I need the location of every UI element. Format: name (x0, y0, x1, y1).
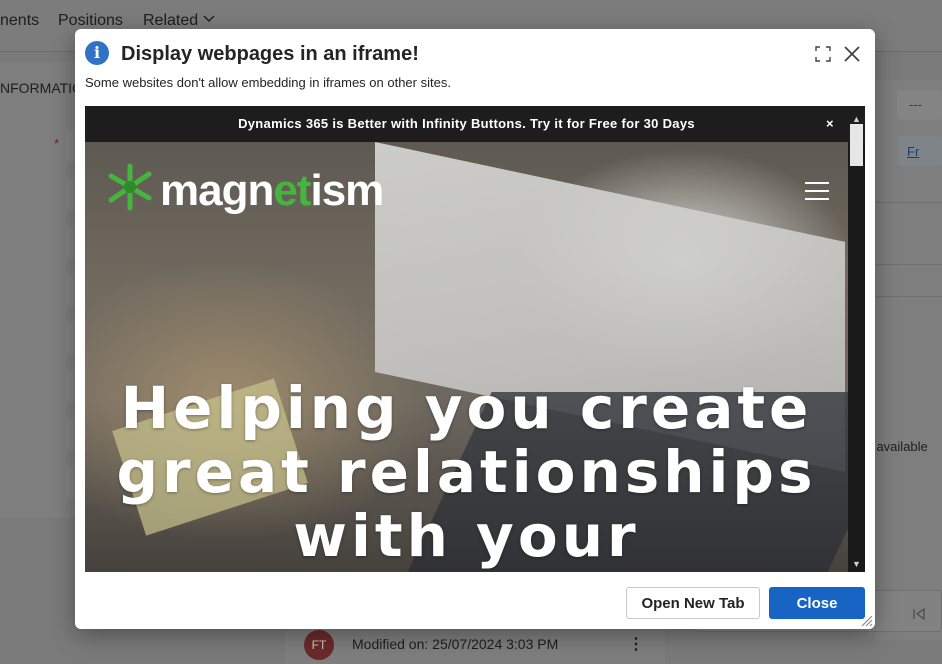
embedded-webpage[interactable]: Dynamics 365 is Better with Infinity But… (85, 106, 865, 572)
first-page-icon[interactable] (912, 607, 926, 623)
logo-text-part: ism (310, 166, 384, 215)
expand-icon[interactable] (813, 44, 833, 64)
resize-grip-icon[interactable] (859, 613, 873, 627)
lookup-field[interactable]: --- (897, 90, 942, 120)
required-marker: * (54, 136, 60, 151)
dialog-title: Display webpages in an iframe! (121, 43, 419, 65)
close-button[interactable]: Close (769, 587, 865, 619)
tab-nents[interactable]: nents (0, 12, 39, 30)
promo-banner[interactable]: Dynamics 365 is Better with Infinity But… (85, 106, 865, 142)
hero-headline: Helping you create great relationships w… (85, 376, 848, 568)
logo-text-part: magn (160, 166, 274, 215)
magnetism-wordmark: magnetism (160, 166, 384, 216)
promo-close-icon[interactable]: × (823, 106, 837, 142)
magnetism-logo-icon (108, 163, 152, 211)
background-form-panel (0, 62, 75, 518)
logo-text-accent: et (273, 166, 311, 215)
iframe-dialog: i Display webpages in an iframe! Some we… (75, 29, 875, 629)
lookup-value: --- (909, 97, 922, 112)
divider (875, 264, 942, 265)
more-options-icon[interactable]: ⋮ (628, 634, 644, 654)
tab-related[interactable]: Related (143, 12, 198, 30)
iframe-scrollbar[interactable]: ▲ ▼ (848, 114, 865, 572)
headline-line: Helping you create (120, 374, 813, 442)
tab-positions[interactable]: Positions (58, 12, 123, 30)
promo-text[interactable]: Dynamics 365 is Better with Infinity But… (85, 106, 848, 142)
open-new-tab-button[interactable]: Open New Tab (626, 587, 760, 619)
follow-label: Fr (907, 144, 920, 159)
headline-line: with your (293, 502, 640, 570)
headline-line: great relationships (116, 438, 817, 506)
info-icon: i (85, 41, 109, 65)
chevron-down-icon[interactable] (203, 12, 215, 27)
hero-section: magnetism Helping you create great relat… (85, 142, 848, 572)
close-icon[interactable] (841, 43, 863, 65)
divider (875, 202, 942, 203)
scroll-down-arrow-icon[interactable]: ▼ (848, 556, 865, 572)
hamburger-menu-icon[interactable] (805, 182, 829, 202)
modified-on-text: Modified on: 25/07/2024 3:03 PM (352, 636, 559, 652)
follow-button[interactable]: Fr (897, 136, 942, 166)
dialog-subtitle: Some websites don't allow embedding in i… (85, 75, 451, 90)
scrollbar-thumb[interactable] (850, 124, 863, 166)
section-title: NFORMATIO (0, 80, 83, 96)
avatar: FT (304, 630, 334, 660)
magnetism-logo[interactable]: magnetism (105, 162, 384, 216)
divider (875, 296, 942, 297)
